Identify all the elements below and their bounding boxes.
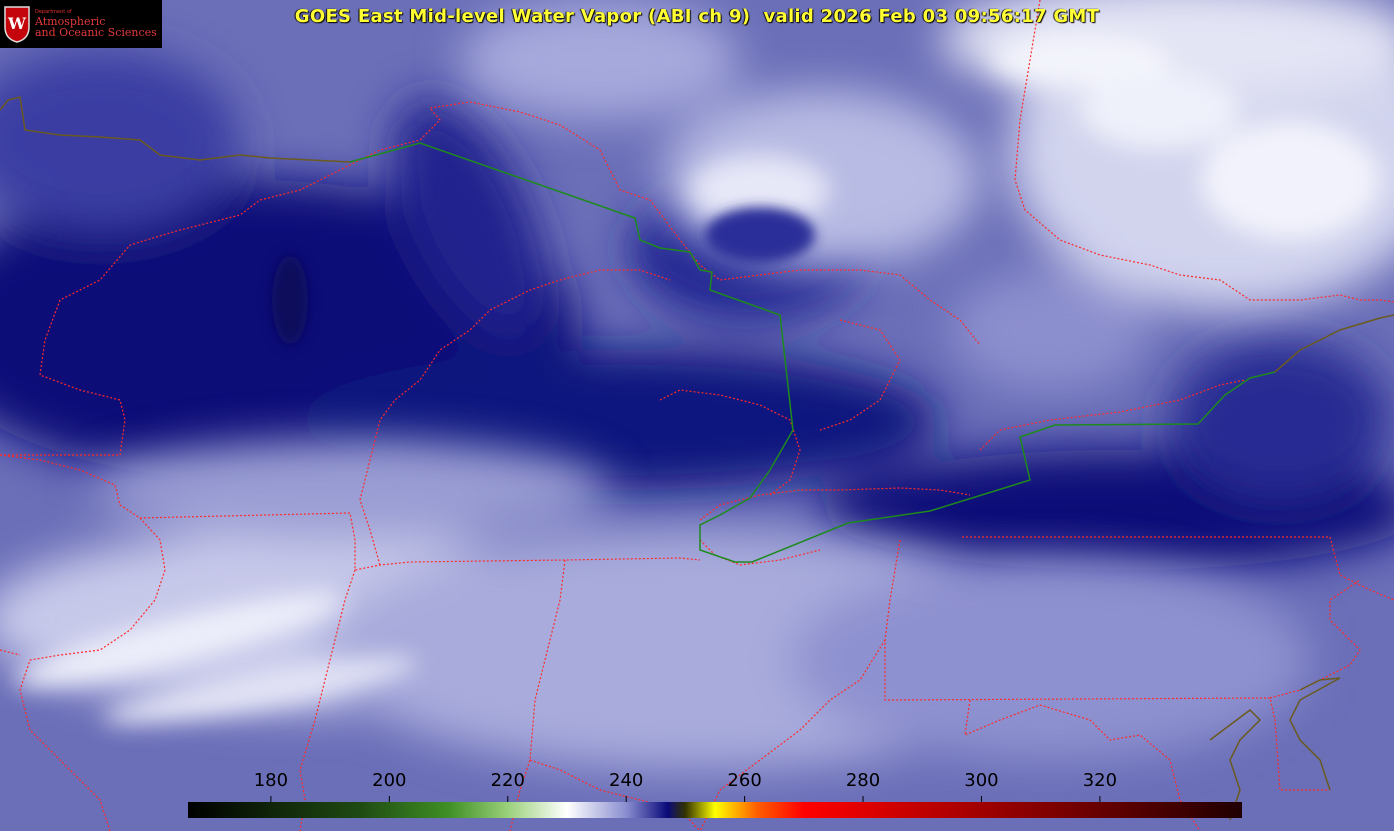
colorbar-tick-label: 200: [372, 770, 407, 791]
colorbar-tick-label: 300: [964, 770, 999, 791]
colorbar-tick-label: 180: [253, 770, 289, 791]
image-title: GOES East Mid-level Water Vapor (ABI ch …: [294, 6, 1100, 27]
colorbar-tick-label: 320: [1082, 770, 1118, 791]
colorbar-tick-label: 280: [845, 770, 881, 791]
logo-line-2: and Oceanic Sciences: [35, 26, 157, 39]
colorbar-ramp: [188, 796, 1242, 818]
colorbar-gradient: [188, 802, 1242, 818]
colorbar-tick-label: 240: [608, 770, 644, 791]
colorbar-tick-label: 260: [727, 770, 762, 791]
water-vapor-map: [0, 0, 1394, 831]
colorbar-tick-label: 220: [490, 770, 525, 791]
